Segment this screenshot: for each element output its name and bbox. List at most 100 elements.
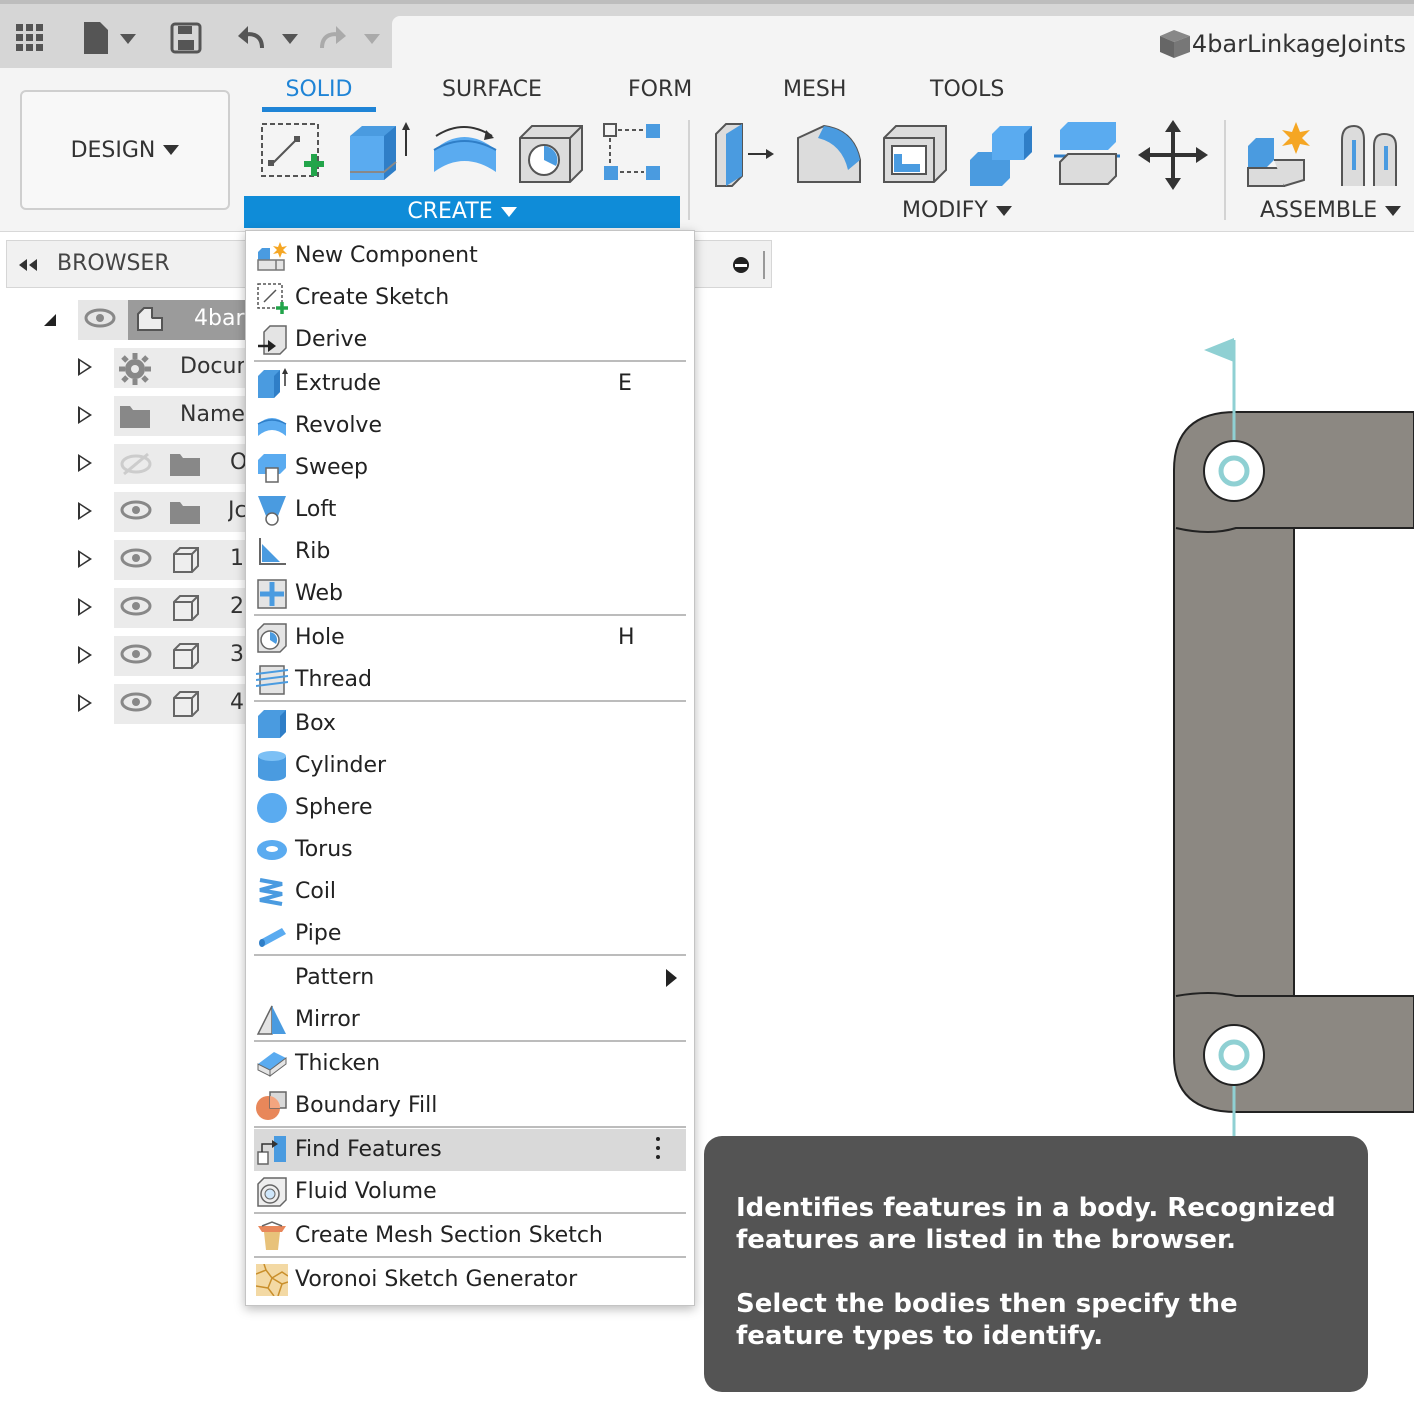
redo-icon[interactable]	[318, 22, 384, 56]
document-title: 4barLinkageJoints	[1191, 30, 1406, 58]
chevron-down-icon	[995, 206, 1012, 216]
eye-icon[interactable]	[120, 500, 152, 520]
component-icon	[137, 307, 163, 331]
tab-mesh[interactable]: MESH	[783, 76, 846, 112]
menu-item-pipe[interactable]: Pipe	[254, 913, 686, 955]
eye-icon[interactable]	[120, 596, 152, 616]
file-icon[interactable]	[80, 20, 140, 56]
save-icon[interactable]	[170, 22, 202, 54]
joint-tool-icon[interactable]	[1334, 120, 1404, 190]
eye-icon[interactable]	[120, 548, 152, 568]
extrude-tool-icon[interactable]	[344, 120, 414, 190]
menu-item-label: Torus	[295, 837, 353, 862]
menu-item-find-features[interactable]: Find Features	[254, 1129, 686, 1171]
menu-item-fluid-volume[interactable]: Fluid Volume	[254, 1171, 686, 1213]
new-component-tool-icon[interactable]	[1244, 120, 1314, 190]
eye-icon[interactable]	[120, 644, 152, 664]
expand-triangle-icon[interactable]	[78, 454, 92, 472]
fillet-tool-icon[interactable]	[794, 120, 864, 190]
modify-group-button[interactable]: MODIFY	[902, 198, 1012, 223]
body-icon	[173, 547, 199, 573]
expand-triangle-icon[interactable]	[78, 550, 92, 568]
assemble-group-button[interactable]: ASSEMBLE	[1260, 198, 1402, 223]
eye-hidden-icon[interactable]	[120, 452, 152, 476]
menu-item-mirror[interactable]: Mirror	[254, 999, 686, 1041]
expand-triangle-icon[interactable]	[78, 358, 92, 376]
menu-item-box[interactable]: Box	[254, 703, 686, 745]
menu-item-extrude[interactable]: Extrude E	[254, 363, 686, 405]
menu-item-hole[interactable]: Hole H	[254, 617, 686, 659]
menu-item-cylinder[interactable]: Cylinder	[254, 745, 686, 787]
menu-item-web[interactable]: Web	[254, 573, 686, 615]
menu-item-label: Find Features	[295, 1137, 442, 1162]
menu-item-torus[interactable]: Torus	[254, 829, 686, 871]
collapse-left-icon[interactable]	[17, 257, 41, 273]
rectangular-pattern-tool-icon[interactable]	[600, 120, 670, 190]
row-label: 3	[230, 642, 244, 667]
menu-item-sweep[interactable]: Sweep	[254, 447, 686, 489]
title-bar: 4barLinkageJoints	[0, 0, 1414, 72]
canvas-viewport[interactable]	[1100, 300, 1414, 1200]
expanded-triangle-icon[interactable]	[42, 312, 58, 328]
pipe-icon	[259, 928, 286, 947]
menu-item-new-component[interactable]: New Component	[254, 235, 686, 277]
tab-solid[interactable]: SOLID	[262, 76, 376, 112]
tab-form[interactable]: FORM	[628, 76, 692, 112]
menu-item-label: Thicken	[295, 1051, 381, 1076]
menu-item-create-mesh-section-sketch[interactable]: Create Mesh Section Sketch	[254, 1215, 686, 1257]
menu-item-coil[interactable]: Coil	[254, 871, 686, 913]
hole-tool-icon[interactable]	[516, 120, 586, 190]
menu-item-boundary-fill[interactable]: Boundary Fill	[254, 1085, 686, 1127]
create-group-label: CREATE	[407, 199, 493, 224]
revolve-tool-icon[interactable]	[430, 120, 500, 190]
expand-triangle-icon[interactable]	[78, 502, 92, 520]
workspace-button[interactable]: DESIGN	[20, 90, 230, 210]
shell-tool-icon[interactable]	[880, 120, 950, 190]
app-grid-icon[interactable]	[14, 22, 46, 54]
menu-item-pattern[interactable]: Pattern	[254, 957, 686, 999]
menu-item-create-sketch[interactable]: Create Sketch	[254, 277, 686, 319]
menu-item-rib[interactable]: Rib	[254, 531, 686, 573]
eye-icon[interactable]	[84, 308, 116, 328]
joint-pin[interactable]	[1203, 440, 1265, 502]
minimize-icon[interactable]	[731, 255, 751, 275]
folder-icon	[170, 454, 200, 476]
menu-item-loft[interactable]: Loft	[254, 489, 686, 531]
menu-item-revolve[interactable]: Revolve	[254, 405, 686, 447]
mesh-section-sketch-icon	[258, 1221, 286, 1250]
new-component-icon	[257, 242, 287, 271]
shortcut-key: H	[618, 625, 635, 650]
menu-item-thread[interactable]: Thread	[254, 659, 686, 701]
menu-item-derive[interactable]: Derive	[254, 319, 686, 361]
panel-resize-handle[interactable]	[763, 251, 765, 279]
split-body-tool-icon[interactable]	[1052, 120, 1122, 190]
expand-triangle-icon[interactable]	[78, 598, 92, 616]
tab-surface[interactable]: SURFACE	[442, 76, 542, 112]
joint-pin[interactable]	[1203, 1024, 1265, 1086]
create-sketch-tool-icon[interactable]	[256, 120, 326, 190]
menu-item-label: Create Sketch	[295, 285, 450, 310]
menu-divider	[254, 1212, 686, 1214]
menu-divider	[254, 1040, 686, 1042]
row-label: Namec	[180, 402, 244, 427]
menu-item-sphere[interactable]: Sphere	[254, 787, 686, 829]
expand-triangle-icon[interactable]	[78, 646, 92, 664]
menu-divider	[254, 700, 686, 702]
undo-icon[interactable]	[236, 22, 302, 56]
create-group-button[interactable]: CREATE	[244, 196, 680, 228]
combine-tool-icon[interactable]	[966, 120, 1036, 190]
press-pull-tool-icon[interactable]	[708, 120, 778, 190]
body-icon	[173, 691, 199, 717]
eye-icon[interactable]	[120, 692, 152, 712]
expand-triangle-icon[interactable]	[78, 694, 92, 712]
derive-icon	[258, 325, 287, 355]
expand-triangle-icon[interactable]	[78, 406, 92, 424]
menu-item-thicken[interactable]: Thicken	[254, 1043, 686, 1085]
menu-item-voronoi-sketch-generator[interactable]: Voronoi Sketch Generator	[254, 1259, 686, 1301]
workspace-label: DESIGN	[70, 137, 156, 163]
tab-tools[interactable]: TOOLS	[930, 76, 1004, 112]
menu-item-label: Web	[295, 581, 343, 606]
voronoi-icon	[256, 1264, 288, 1296]
move-tool-icon[interactable]	[1138, 120, 1208, 190]
more-options-icon[interactable]	[656, 1137, 662, 1163]
